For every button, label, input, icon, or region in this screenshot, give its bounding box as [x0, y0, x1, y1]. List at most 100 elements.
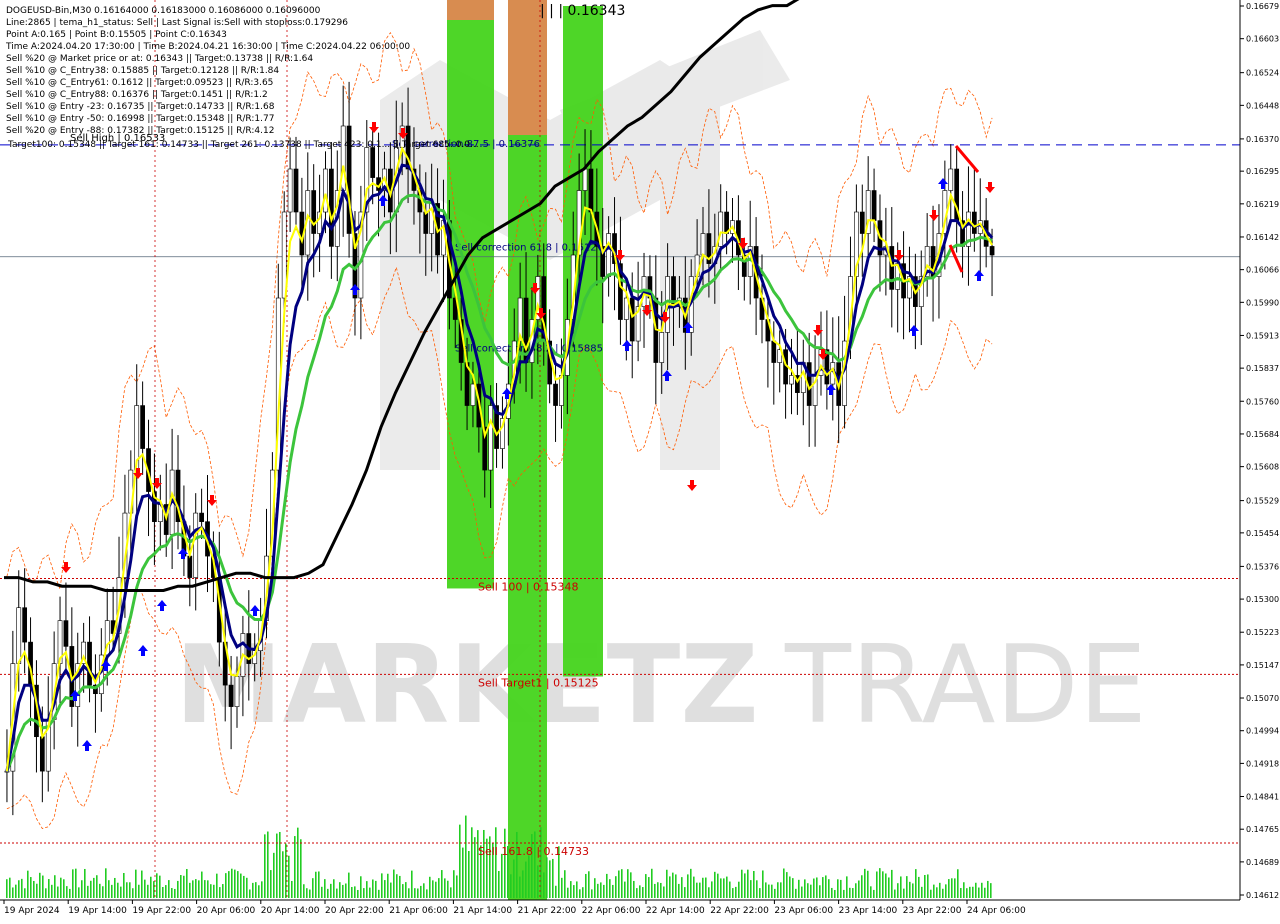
volume-bar: [534, 831, 536, 898]
volume-bar: [720, 878, 722, 898]
volume-bar: [294, 836, 296, 898]
volume-bar: [264, 834, 266, 898]
volume-bar: [372, 879, 374, 898]
volume-bar: [735, 886, 737, 898]
volume-bar: [552, 858, 554, 898]
candle-body: [789, 375, 794, 385]
price-tick-label: 0.15837: [1246, 364, 1279, 373]
candle-body: [559, 375, 564, 406]
candle-body: [293, 168, 299, 213]
candle-body: [629, 297, 635, 342]
volume-bar: [918, 876, 920, 898]
volume-bar: [828, 879, 830, 898]
volume-bar: [252, 882, 254, 898]
volume-bar: [714, 871, 716, 898]
volume-bar: [789, 876, 791, 898]
info-line: Time A:2024.04.20 17:30:00 | Time B:2024…: [5, 42, 410, 52]
volume-bar: [279, 831, 281, 898]
volume-bar: [879, 868, 881, 898]
volume-bar: [969, 886, 971, 898]
price-tick-label: 0.14612: [1246, 891, 1279, 900]
candle-body: [323, 168, 328, 213]
volume-bar: [570, 881, 572, 898]
volume-bar: [822, 877, 824, 898]
volume-bar: [873, 889, 875, 898]
volume-bar: [243, 875, 245, 898]
candle-body: [582, 168, 588, 191]
volume-bar: [369, 887, 371, 898]
volume-bar: [387, 873, 389, 898]
volume-bar: [348, 872, 350, 898]
time-tick-label: 21 Apr 06:00: [389, 906, 448, 916]
volume-bar: [81, 880, 83, 898]
volume-bar: [585, 873, 587, 898]
volume-bar: [282, 851, 284, 898]
chart-window[interactable]: MARKETZ TRADE Sell 100 | 0.153480.15348S…: [0, 0, 1280, 920]
volume-bar: [852, 888, 854, 898]
price-tick-label: 0.15913: [1246, 331, 1279, 340]
candle-body: [63, 620, 69, 647]
volume-bar: [795, 888, 797, 898]
volume-bar: [309, 889, 311, 898]
price-tick-label: 0.15070: [1246, 694, 1279, 703]
time-tick-label: 22 Apr 06:00: [582, 906, 641, 916]
volume-bar: [801, 886, 803, 898]
candle-body: [971, 211, 977, 234]
volume-bar: [711, 881, 713, 898]
volume-bar: [342, 884, 344, 898]
volume-bar: [867, 870, 869, 898]
volume-bar: [777, 882, 779, 898]
candle-body: [22, 607, 28, 643]
volume-bar: [213, 884, 215, 898]
volume-bar: [885, 873, 887, 898]
price-chart[interactable]: MARKETZ TRADE Sell 100 | 0.153480.15348S…: [0, 0, 1280, 920]
volume-bar: [15, 884, 17, 898]
volume-bar: [258, 885, 260, 898]
volume-bar: [108, 880, 110, 898]
volume-bar: [888, 877, 890, 898]
price-tick-label: 0.16448: [1246, 101, 1279, 110]
volume-bar: [150, 876, 152, 898]
volume-bar: [399, 875, 401, 898]
volume-bar: [894, 889, 896, 898]
orange-zone: [447, 0, 494, 20]
volume-bar: [393, 869, 395, 898]
volume-bar: [924, 875, 926, 898]
volume-bar: [225, 873, 227, 898]
volume-bar: [891, 869, 893, 898]
volume-bar: [765, 882, 767, 898]
volume-bar: [810, 884, 812, 898]
volume-bar: [870, 886, 872, 898]
candle-body: [700, 233, 706, 256]
volume-bar: [609, 879, 611, 898]
volume-bar: [90, 880, 92, 898]
volume-bar: [285, 843, 287, 898]
volume-bar: [315, 871, 317, 898]
volume-bar: [849, 887, 851, 898]
time-tick-label: 20 Apr 06:00: [197, 906, 256, 916]
volume-bar: [843, 889, 845, 898]
candle-body: [871, 190, 877, 221]
volume-bar: [813, 878, 815, 898]
volume-bar: [36, 883, 38, 898]
volume-bar: [21, 878, 23, 898]
volume-bar: [192, 880, 194, 898]
volume-bar: [501, 853, 503, 898]
volume-bar: [156, 873, 158, 898]
volume-bar: [519, 876, 521, 898]
volume-bar: [921, 886, 923, 898]
volume-bar: [9, 877, 11, 898]
volume-bar: [327, 888, 329, 898]
volume-bar: [303, 884, 305, 898]
volume-bar: [102, 886, 104, 898]
volume-bar: [468, 850, 470, 898]
volume-bar: [654, 883, 656, 898]
volume-bar: [246, 877, 248, 898]
time-tick-label: 19 Apr 2024: [4, 906, 60, 916]
volume-bar: [786, 872, 788, 898]
volume-bar: [699, 882, 701, 898]
volume-bar: [576, 881, 578, 898]
volume-bar: [960, 888, 962, 898]
info-line: Sell %10 @ C_Entry88: 0.16376 || Target:…: [6, 90, 268, 100]
volume-bar: [768, 884, 770, 898]
